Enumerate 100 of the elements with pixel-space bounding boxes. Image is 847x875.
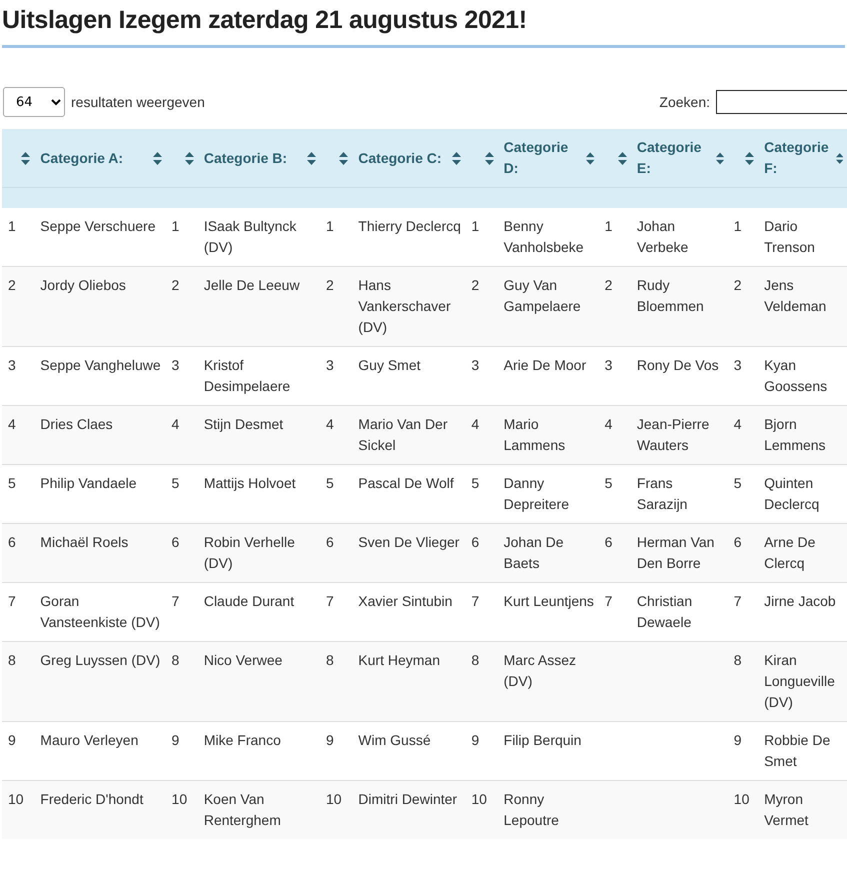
sort-icon [716, 152, 724, 164]
rank-cell: 2 [471, 277, 480, 293]
name-cell: Guy Van Gampelaere [504, 277, 581, 314]
rank-cell: 3 [326, 357, 334, 373]
name-cell: Kyan Goossens [764, 357, 828, 394]
name-cell: Quinten Declercq [764, 475, 820, 512]
rank-cell: 3 [734, 357, 742, 373]
name-cell: Koen Van Renterghem [204, 791, 281, 828]
rank-cell: 2 [734, 277, 742, 293]
name-cell: Rony De Vos [636, 357, 719, 373]
name-cell: Johan Verbeke [636, 218, 688, 255]
rank-cell: 10 [734, 791, 750, 807]
name-cell: Mauro Verleyen [40, 732, 138, 748]
name-cell: Arie De Moor [504, 357, 586, 373]
rank-cell: 9 [172, 732, 180, 748]
name-cell: Kurt Leuntjens [504, 593, 594, 609]
rank-cell: 7 [734, 593, 742, 609]
name-cell: Jens Veldeman [764, 277, 826, 314]
name-cell: Filip Berquin [504, 732, 582, 748]
name-cell: Mattijs Holvoet [204, 475, 296, 491]
name-cell: Claude Durant [204, 593, 294, 609]
rank-cell: 4 [604, 416, 612, 432]
name-cell: Dimitri Dewinter [358, 791, 458, 807]
rank-cell: 6 [734, 534, 742, 550]
rank-cell: 9 [8, 732, 16, 748]
name-cell: Frans Sarazijn [636, 475, 688, 512]
rank-cell: 7 [326, 593, 334, 609]
name-cell: Nico Verwee [204, 652, 282, 668]
rank-cell: 4 [326, 416, 334, 432]
rank-cell: 10 [8, 791, 24, 807]
rank-cell: 6 [326, 534, 334, 550]
name-cell: Dries Claes [40, 416, 113, 432]
sort-icon [306, 152, 316, 164]
rank-cell: 8 [8, 652, 16, 668]
sort-icon [452, 152, 462, 164]
sort-icon [586, 152, 595, 164]
rank-cell: 5 [734, 475, 742, 491]
name-cell: Michaël Roels [40, 534, 128, 550]
results-label: resultaten weergeven [71, 94, 205, 110]
name-cell: Robbie De Smet [764, 732, 830, 769]
name-cell: Stijn Desmet [204, 416, 284, 432]
rank-cell: 4 [172, 416, 180, 432]
name-cell: Myron Vermet [764, 791, 808, 828]
name-cell: Rudy Bloemmen [636, 277, 704, 314]
name-cell: Hans Vankerschaver (DV) [358, 277, 451, 335]
rank-cell: 9 [471, 732, 480, 748]
name-cell: Jirne Jacob [764, 593, 836, 609]
name-cell: Greg Luyssen (DV) [40, 652, 160, 668]
rank-cell: 9 [734, 732, 742, 748]
rank-cell: 4 [471, 416, 480, 432]
sort-icon [618, 152, 627, 164]
rank-cell: 8 [326, 652, 334, 668]
name-cell: Seppe Vangheluwe [40, 357, 161, 373]
name-cell: Dario Trenson [764, 218, 815, 255]
sort-icon [184, 152, 194, 164]
rank-cell: 3 [172, 357, 180, 373]
name-cell: Xavier Sintubin [358, 593, 452, 609]
rank-cell: 1 [172, 218, 180, 234]
name-cell: Herman Van Den Borre [636, 534, 714, 571]
name-cell: Benny Vanholsbeke [504, 218, 584, 255]
rank-cell: 10 [471, 791, 487, 807]
name-cell: Arne De Clercq [764, 534, 816, 571]
name-cell: Mario Lammens [504, 416, 566, 453]
rank-cell: 5 [8, 475, 16, 491]
rank-cell: 10 [326, 791, 342, 807]
name-cell: Ronny Lepoutre [504, 791, 559, 828]
sort-icon [339, 152, 348, 164]
rank-cell: 9 [326, 732, 334, 748]
rank-cell: 5 [604, 475, 612, 491]
name-cell: ISaak Bultynck (DV) [204, 218, 296, 255]
name-cell: Robin Verhelle (DV) [204, 534, 295, 571]
rank-cell: 7 [8, 593, 16, 609]
name-cell: Mario Van Der Sickel [358, 416, 448, 453]
rank-cell: 3 [8, 357, 16, 373]
name-cell: Philip Vandaele [40, 475, 137, 491]
sort-icon [21, 152, 30, 164]
name-cell: Kiran Longueville (DV) [764, 652, 835, 710]
name-cell: Guy Smet [358, 357, 421, 373]
rank-cell: 7 [172, 593, 180, 609]
rank-cell: 6 [604, 534, 612, 550]
rank-cell: 7 [604, 593, 612, 609]
search-label: Zoeken: [659, 94, 710, 110]
rank-cell: 6 [471, 534, 480, 550]
name-cell: Frederic D'hondt [40, 791, 144, 807]
name-cell: Marc Assez (DV) [504, 652, 576, 689]
rank-cell: 4 [8, 416, 16, 432]
rank-cell: 2 [604, 277, 612, 293]
rank-cell: 7 [471, 593, 480, 609]
rank-cell: 5 [172, 475, 180, 491]
rank-cell: 3 [471, 357, 480, 373]
page-title: Uitslagen Izegem zaterdag 21 augustus 2021! [2, 0, 845, 48]
sort-icon [836, 152, 843, 164]
name-cell: Sven De Vlieger [358, 534, 460, 550]
rank-cell: 1 [326, 218, 334, 234]
rank-cell: 1 [604, 218, 612, 234]
search-field[interactable] [716, 90, 847, 114]
name-cell: Jean-Pierre Wauters [636, 416, 710, 453]
rank-cell: 2 [326, 277, 334, 293]
rank-cell: 2 [172, 277, 180, 293]
results-per-page-select[interactable]: 64 [3, 87, 65, 117]
